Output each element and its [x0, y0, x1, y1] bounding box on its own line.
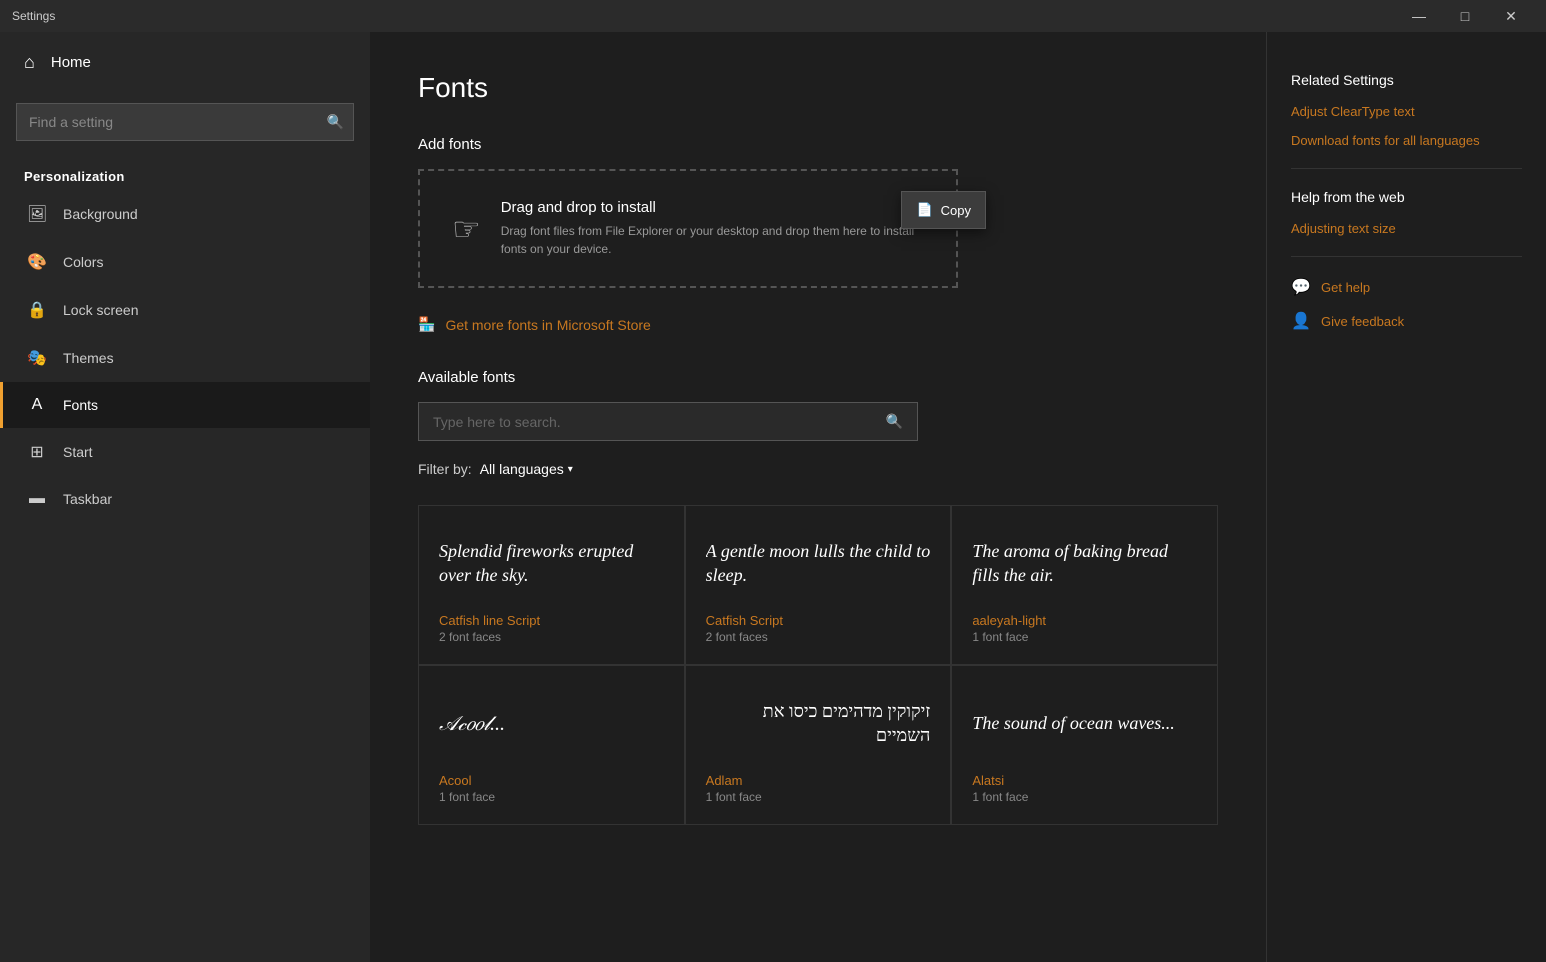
fonts-search-box: 🔍	[418, 402, 918, 441]
font-name-2: aaleyah-light	[972, 613, 1197, 628]
get-help-icon: 💬	[1291, 277, 1311, 297]
sidebar-item-colors[interactable]: 🎨 Colors	[0, 238, 370, 286]
related-link-download-fonts[interactable]: Download fonts for all languages	[1291, 133, 1522, 148]
font-faces-0: 2 font faces	[439, 630, 664, 644]
font-preview-2: The aroma of baking bread fills the air.	[972, 526, 1197, 601]
titlebar-controls: — □ ✕	[1396, 0, 1534, 32]
sidebar-item-label: Fonts	[63, 397, 98, 413]
cursor-icon: ☞	[452, 210, 481, 248]
search-input[interactable]	[16, 103, 354, 141]
drop-zone[interactable]: ☞ Drag and drop to install Drag font fil…	[418, 169, 958, 288]
available-fonts-title: Available fonts	[418, 369, 1218, 386]
search-icon: 🔍	[327, 114, 344, 131]
titlebar: Settings — □ ✕	[0, 0, 1546, 32]
divider-2	[1291, 256, 1522, 257]
font-preview-0: Splendid fireworks erupted over the sky.	[439, 526, 664, 601]
page-title: Fonts	[418, 72, 1218, 104]
app-body: ⌂ Home 🔍 Personalization 🖼 Background 🎨 …	[0, 32, 1546, 962]
font-card-2[interactable]: The aroma of baking bread fills the air.…	[951, 505, 1218, 665]
font-faces-3: 1 font face	[439, 790, 664, 804]
sidebar-section-label: Personalization	[0, 161, 370, 190]
font-name-0: Catfish line Script	[439, 613, 664, 628]
font-name-4: Adlam	[706, 773, 931, 788]
filter-label: Filter by:	[418, 461, 472, 477]
sidebar-item-label: Themes	[63, 350, 114, 366]
sidebar: ⌂ Home 🔍 Personalization 🖼 Background 🎨 …	[0, 32, 370, 962]
close-button[interactable]: ✕	[1488, 0, 1534, 32]
drop-text: Drag and drop to install Drag font files…	[501, 199, 924, 258]
taskbar-icon: ▬	[27, 490, 47, 508]
sidebar-item-label: Lock screen	[63, 302, 138, 318]
font-card-3[interactable]: 𝒜𝒸𝑜𝑜𝓁... Acool 1 font face	[418, 665, 685, 825]
themes-icon: 🎭	[27, 348, 47, 368]
lock-icon: 🔒	[27, 300, 47, 320]
font-grid: Splendid fireworks erupted over the sky.…	[418, 505, 1218, 825]
fonts-search-button[interactable]: 🔍	[872, 403, 917, 440]
font-faces-2: 1 font face	[972, 630, 1197, 644]
get-more-label: Get more fonts in Microsoft Store	[445, 317, 650, 333]
chevron-down-icon: ▾	[568, 464, 573, 475]
drop-subtitle: Drag font files from File Explorer or yo…	[501, 222, 924, 258]
font-name-5: Alatsi	[972, 773, 1197, 788]
right-panel: Related Settings Adjust ClearType text D…	[1266, 32, 1546, 962]
background-icon: 🖼	[27, 204, 47, 224]
related-link-cleartype[interactable]: Adjust ClearType text	[1291, 104, 1522, 119]
minimize-button[interactable]: —	[1396, 0, 1442, 32]
fonts-search-input[interactable]	[419, 404, 872, 440]
language-filter-dropdown[interactable]: All languages ▾	[480, 461, 573, 477]
fonts-icon: A	[27, 396, 47, 414]
font-faces-5: 1 font face	[972, 790, 1197, 804]
font-name-1: Catfish Script	[706, 613, 931, 628]
home-label: Home	[51, 54, 91, 71]
start-icon: ⊞	[27, 442, 47, 462]
font-faces-1: 2 font faces	[706, 630, 931, 644]
font-card-4[interactable]: זיקוקין מדהימים כיסו את השמיים Adlam 1 f…	[685, 665, 952, 825]
home-icon: ⌂	[24, 52, 35, 73]
give-feedback-label: Give feedback	[1321, 314, 1404, 329]
add-fonts-title: Add fonts	[418, 136, 1218, 153]
sidebar-item-lock-screen[interactable]: 🔒 Lock screen	[0, 286, 370, 334]
divider	[1291, 168, 1522, 169]
font-card-0[interactable]: Splendid fireworks erupted over the sky.…	[418, 505, 685, 665]
sidebar-item-label: Taskbar	[63, 491, 112, 507]
font-name-3: Acool	[439, 773, 664, 788]
font-card-1[interactable]: A gentle moon lulls the child to sleep. …	[685, 505, 952, 665]
sidebar-item-label: Background	[63, 206, 138, 222]
font-faces-4: 1 font face	[706, 790, 931, 804]
sidebar-item-label: Start	[63, 444, 93, 460]
help-link-text-size[interactable]: Adjusting text size	[1291, 221, 1522, 236]
font-preview-1: A gentle moon lulls the child to sleep.	[706, 526, 931, 601]
help-title: Help from the web	[1291, 189, 1522, 205]
colors-icon: 🎨	[27, 252, 47, 272]
get-help-item[interactable]: 💬 Get help	[1291, 277, 1522, 297]
sidebar-item-home[interactable]: ⌂ Home	[0, 32, 370, 93]
main-content: Fonts Add fonts ☞ Drag and drop to insta…	[370, 32, 1266, 962]
related-settings-title: Related Settings	[1291, 72, 1522, 88]
sidebar-item-background[interactable]: 🖼 Background	[0, 190, 370, 238]
sidebar-item-themes[interactable]: 🎭 Themes	[0, 334, 370, 382]
filter-bar: Filter by: All languages ▾	[418, 461, 1218, 477]
font-preview-4: זיקוקין מדהימים כיסו את השמיים	[706, 686, 931, 761]
sidebar-search-container: 🔍	[16, 103, 354, 141]
font-preview-3: 𝒜𝒸𝑜𝑜𝓁...	[439, 686, 664, 761]
store-icon: 🏪	[418, 316, 435, 333]
font-card-5[interactable]: The sound of ocean waves... Alatsi 1 fon…	[951, 665, 1218, 825]
sidebar-item-label: Colors	[63, 254, 103, 270]
maximize-button[interactable]: □	[1442, 0, 1488, 32]
give-feedback-icon: 👤	[1291, 311, 1311, 331]
get-help-label: Get help	[1321, 280, 1370, 295]
get-more-fonts-link[interactable]: 🏪 Get more fonts in Microsoft Store	[418, 316, 1218, 333]
give-feedback-item[interactable]: 👤 Give feedback	[1291, 311, 1522, 331]
titlebar-title: Settings	[12, 9, 55, 23]
copy-label: Copy	[941, 203, 971, 218]
sidebar-item-taskbar[interactable]: ▬ Taskbar	[0, 476, 370, 522]
font-preview-5: The sound of ocean waves...	[972, 686, 1197, 761]
drop-title: Drag and drop to install	[501, 199, 924, 216]
filter-value: All languages	[480, 461, 564, 477]
sidebar-item-fonts[interactable]: A Fonts	[0, 382, 370, 428]
sidebar-item-start[interactable]: ⊞ Start	[0, 428, 370, 476]
